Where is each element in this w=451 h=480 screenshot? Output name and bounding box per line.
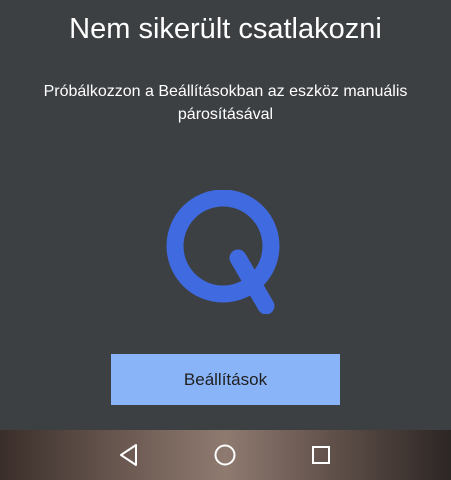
back-icon[interactable] xyxy=(114,440,144,470)
qualcomm-logo-icon xyxy=(166,190,280,314)
dialog-message: Próbálkozzon a Beállításokban az eszköz … xyxy=(43,83,408,123)
settings-button[interactable]: Beállítások xyxy=(111,354,340,405)
screen: Nem sikerült csatlakozni Próbálkozzon a … xyxy=(0,0,451,480)
recents-icon[interactable] xyxy=(306,440,336,470)
connection-error-dialog: Nem sikerült csatlakozni Próbálkozzon a … xyxy=(0,0,451,430)
dialog-title: Nem sikerült csatlakozni xyxy=(69,13,382,45)
home-icon[interactable] xyxy=(210,440,240,470)
navigation-bar xyxy=(0,430,451,480)
